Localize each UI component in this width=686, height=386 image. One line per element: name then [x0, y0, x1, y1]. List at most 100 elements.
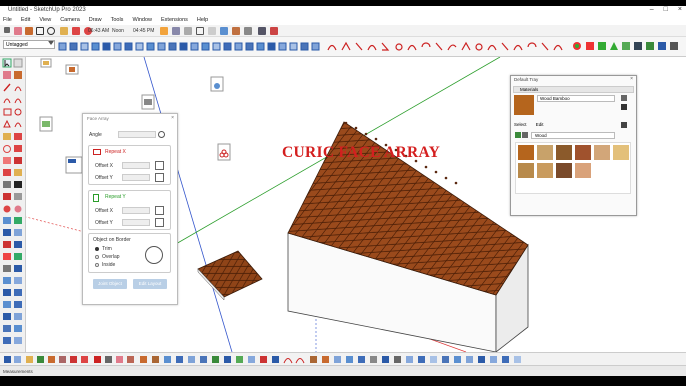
repeat-x-label[interactable]: Repeat X — [105, 149, 126, 155]
repeat-y-section: Repeat Y Offset X Offset Y — [88, 190, 171, 230]
hidden-line-icon[interactable] — [208, 27, 216, 35]
wireframe-icon[interactable] — [196, 27, 204, 35]
angle-icon[interactable] — [158, 131, 165, 138]
back-icon[interactable] — [515, 132, 521, 138]
menu-file[interactable]: File — [3, 17, 12, 23]
maximize-button[interactable]: □ — [664, 6, 668, 13]
offset-y-label: Offset Y — [95, 175, 113, 181]
textured-icon[interactable] — [232, 27, 240, 35]
pencil-icon[interactable] — [4, 27, 10, 33]
offset-x-input[interactable] — [122, 162, 150, 169]
minimize-button[interactable]: – — [650, 6, 654, 13]
offset-y-icon[interactable] — [155, 173, 164, 182]
window-controls: – □ × — [650, 6, 682, 13]
tab-select[interactable]: Select — [514, 122, 527, 127]
menu-draw[interactable]: Draw — [89, 17, 102, 23]
shadow-end-time[interactable]: 04:45 PM — [133, 27, 154, 35]
inside-option[interactable]: Inside — [102, 262, 115, 268]
paint-bucket-icon[interactable] — [25, 27, 33, 35]
edit-layout-button[interactable]: Edit Layout — [133, 279, 167, 289]
eraser-icon[interactable] — [14, 27, 22, 35]
offset-x-icon[interactable] — [155, 161, 164, 170]
menu-tools[interactable]: Tools — [111, 17, 124, 23]
material-swatch[interactable] — [537, 163, 553, 178]
floating-widget-1[interactable] — [40, 58, 52, 68]
warehouse-icon[interactable] — [270, 27, 278, 35]
material-swatch[interactable] — [575, 145, 591, 160]
menu-window[interactable]: Window — [132, 17, 152, 23]
menu-edit[interactable]: Edit — [21, 17, 30, 23]
joint-object-button[interactable]: Joint Object — [93, 279, 127, 289]
shaded-icon[interactable] — [220, 27, 228, 35]
shadow-time-field[interactable]: 06:43 AM — [88, 27, 109, 35]
face-array-dialog: Face Array × Angle Repeat X Offset X Off… — [82, 113, 178, 305]
floating-widget-6[interactable] — [217, 143, 231, 161]
menu-camera[interactable]: Camera — [60, 17, 80, 23]
material-swatch[interactable] — [518, 145, 534, 160]
left-tool-icons[interactable] — [0, 57, 26, 352]
noon-label: Noon — [112, 28, 124, 34]
tray-title: Default Tray — [514, 77, 539, 82]
material-swatch[interactable] — [537, 145, 553, 160]
toolbar-icons-strip[interactable] — [56, 37, 686, 57]
offset-x-2-input[interactable] — [122, 207, 150, 214]
xray-icon[interactable] — [172, 27, 180, 35]
tile-sample-patch — [197, 250, 263, 298]
offset-y-2-input[interactable] — [122, 219, 150, 226]
move-icon[interactable] — [72, 27, 80, 35]
material-swatch[interactable] — [613, 145, 629, 160]
material-swatch[interactable] — [594, 145, 610, 160]
create-material-icon[interactable] — [621, 95, 627, 101]
dialog-close-button[interactable]: × — [171, 115, 174, 121]
rectangle-icon[interactable] — [36, 27, 44, 35]
offset-y-2-icon[interactable] — [155, 218, 164, 227]
offset-y-input[interactable] — [122, 174, 150, 181]
category-value: Wood — [535, 133, 547, 138]
trim-radio[interactable] — [95, 247, 99, 251]
measurements-box[interactable]: Measurements — [3, 369, 33, 374]
back-edges-icon[interactable] — [184, 27, 192, 35]
materials-header[interactable]: Materials — [513, 86, 634, 93]
close-window-button[interactable]: × — [678, 6, 682, 13]
offset-y-2-label: Offset Y — [95, 220, 113, 226]
repeat-y-icon — [93, 194, 99, 202]
floating-widget-2[interactable] — [65, 64, 79, 75]
repeat-y-label[interactable]: Repeat Y — [105, 194, 126, 200]
floating-widget-3[interactable] — [39, 116, 53, 132]
floating-widget-7[interactable] — [65, 156, 83, 174]
monochrome-icon[interactable] — [244, 27, 252, 35]
material-name-field[interactable]: Wood Bamboo — [537, 95, 615, 102]
category-dropdown[interactable]: Wood — [531, 132, 615, 139]
overlap-radio[interactable] — [95, 255, 99, 259]
repeat-x-section: Repeat X Offset X Offset Y — [88, 145, 171, 185]
menu-extensions[interactable]: Extensions — [161, 17, 188, 23]
material-swatch[interactable] — [518, 163, 534, 178]
left-toolbar — [0, 57, 26, 352]
material-swatch-grid — [515, 142, 631, 194]
tray-close-button[interactable]: × — [630, 76, 633, 82]
main-toolbar: 06:43 AM Noon 04:45 PM — [0, 25, 686, 37]
dropdown-arrow-icon[interactable] — [48, 41, 54, 46]
material-swatch[interactable] — [575, 163, 591, 178]
angle-label: Angle — [89, 132, 102, 138]
trim-option[interactable]: Trim — [102, 246, 112, 252]
inside-radio[interactable] — [95, 263, 99, 267]
angle-input[interactable] — [118, 131, 156, 138]
balance-icon[interactable] — [258, 27, 266, 35]
section-plane-icon[interactable] — [160, 27, 168, 35]
circle-icon[interactable] — [47, 27, 55, 35]
menu-view[interactable]: View — [39, 17, 51, 23]
push-pull-icon[interactable] — [60, 27, 68, 35]
home-icon[interactable] — [522, 132, 528, 138]
menu-help[interactable]: Help — [197, 17, 208, 23]
tab-edit[interactable]: Edit — [536, 122, 544, 127]
paint-default-icon[interactable] — [621, 104, 627, 110]
material-swatch[interactable] — [556, 145, 572, 160]
offset-x-2-icon[interactable] — [155, 206, 164, 215]
overlap-option[interactable]: Overlap — [102, 254, 120, 260]
material-swatch[interactable] — [556, 163, 572, 178]
extensions-toolbar: Untagged — [0, 37, 686, 57]
floating-widget-5[interactable] — [141, 94, 155, 110]
eyedropper-icon[interactable] — [621, 122, 627, 128]
floating-widget-4[interactable] — [210, 76, 224, 92]
